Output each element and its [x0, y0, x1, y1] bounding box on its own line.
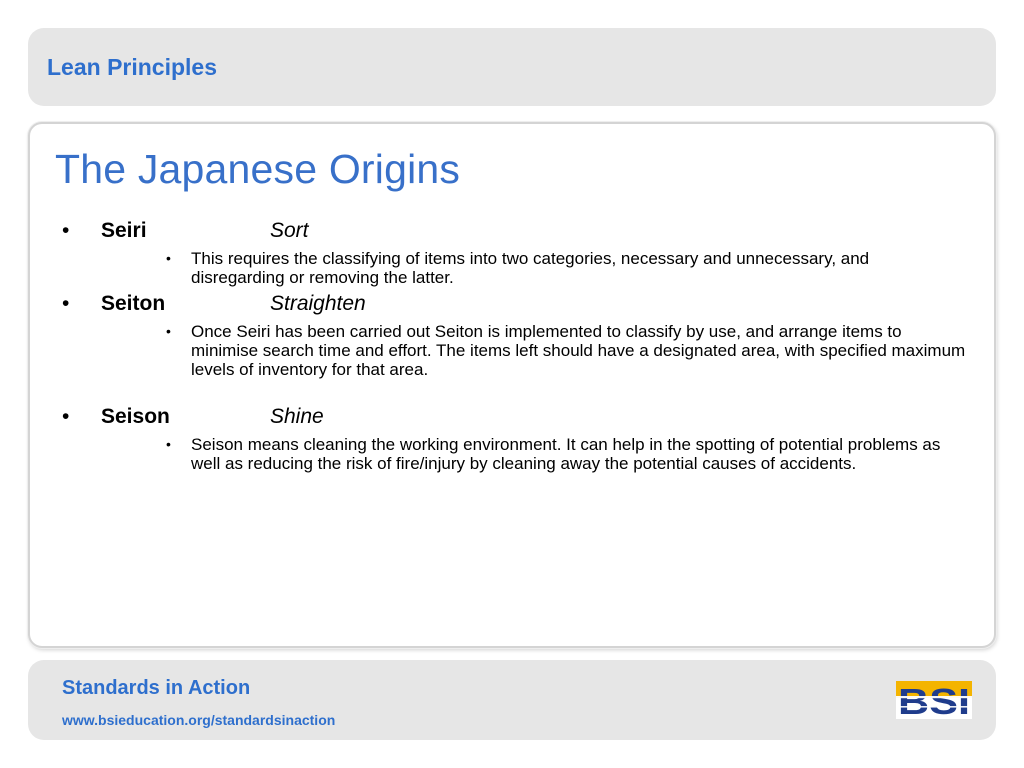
slide-title: The Japanese Origins — [55, 146, 461, 192]
slide: Lean Principles The Japanese Origins • S… — [0, 0, 1024, 768]
header-title: Lean Principles — [47, 54, 218, 80]
detail-text: This requires the classifying of items i… — [191, 249, 870, 287]
meaning-label: Shine — [270, 405, 324, 428]
term-label: Seiton — [101, 292, 166, 315]
sub-item-seison: • Seison means cleaning the working envi… — [166, 435, 966, 473]
term-label: Seiri — [101, 219, 147, 242]
footer-panel — [28, 660, 996, 740]
bsi-logo-icon: BSI — [896, 681, 972, 719]
sub-bullet-icon: • — [166, 250, 171, 266]
sub-item-seiri: • This requires the classifying of items… — [166, 249, 966, 287]
sub-bullet-icon: • — [166, 323, 171, 339]
footer-title: Standards in Action — [62, 677, 251, 699]
bullet-icon: • — [62, 292, 70, 315]
sub-item-seiton: • Once Seiri has been carried out Seiton… — [166, 322, 966, 379]
footer-link[interactable]: www.bsieducation.org/standardsinaction — [62, 712, 335, 728]
sub-bullet-icon: • — [166, 436, 171, 452]
detail-text: Seison means cleaning the working enviro… — [191, 435, 941, 473]
detail-text: Once Seiri has been carried out Seiton i… — [191, 322, 966, 379]
bullet-icon: • — [62, 405, 70, 428]
meaning-label: Straighten — [270, 292, 366, 315]
bullet-icon: • — [62, 219, 70, 242]
term-label: Seison — [101, 405, 170, 428]
logo-text: BSI — [898, 681, 970, 719]
meaning-label: Sort — [270, 219, 309, 242]
content-panel — [28, 122, 996, 648]
